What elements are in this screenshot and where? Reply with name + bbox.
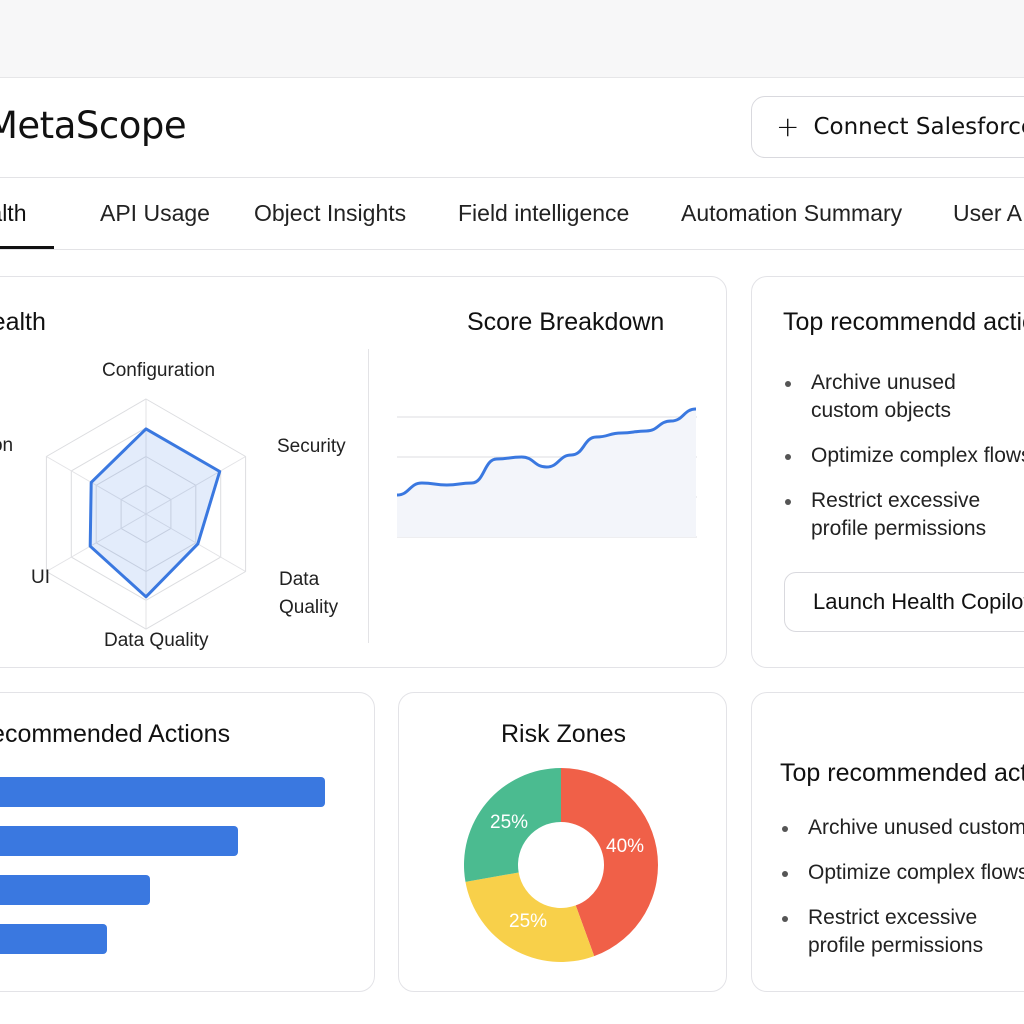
risk-slice-label: 25%: [490, 812, 529, 833]
connect-salesforce-label: Connect Salesforce: [813, 114, 1024, 140]
radar-label-automation: Automation: [0, 435, 14, 456]
recommendation-item[interactable]: Archive unused custom objects: [783, 369, 1023, 425]
risk-zones-donut: [463, 768, 659, 963]
tab-object-insights[interactable]: Object Insights: [254, 200, 406, 227]
risk-slice-label: 40%: [606, 836, 645, 857]
recommended-actions-card: Recommended Actions: [0, 692, 375, 992]
radar-label-security: Security: [277, 436, 346, 457]
tab-health[interactable]: Health: [0, 200, 26, 227]
radar-label-ui: UI: [31, 567, 50, 588]
plus-icon: +: [776, 110, 800, 143]
score-breakdown-title: Score Breakdown: [467, 308, 665, 336]
top-recommendations-card: Top recommendd actions Archive unused cu…: [751, 276, 1024, 668]
recommendation-item[interactable]: Optimize complex flows: [783, 442, 1024, 470]
risk-zones-card: Risk Zones 40% 25% 25%: [398, 692, 727, 992]
recommendation-item[interactable]: Archive unused custom objects: [780, 814, 1024, 842]
top-recommendations-title: Top recommendd actions: [783, 308, 1024, 336]
recommendation-item[interactable]: Restrict excessive profile permissions: [783, 487, 1024, 543]
launch-health-copilot-button[interactable]: Launch Health Copilot: [784, 572, 1024, 632]
app-title: MetaScope: [0, 104, 187, 147]
action-bar: [0, 777, 325, 807]
org-health-card: Org Health Configuration Security Data Q…: [0, 276, 727, 668]
recommendation-item[interactable]: Optimize complex flows: [780, 859, 1024, 887]
tab-field-intelligence[interactable]: Field intelligence: [458, 200, 629, 227]
radar-label-data-quality-right: Data Quality: [279, 569, 339, 618]
tab-api-usage[interactable]: API Usage: [100, 200, 210, 227]
top-recommended-actions-title: Top recommended actions: [780, 759, 1024, 787]
org-health-title: Org Health: [0, 308, 46, 336]
radar-label-configuration: Configuration: [102, 360, 216, 381]
score-area-fill: [397, 409, 696, 537]
radar-chart: [45, 398, 247, 630]
radar-series-area: [88, 427, 222, 599]
action-bar: [0, 826, 238, 856]
action-bar: [0, 924, 107, 954]
action-bar: [0, 875, 150, 905]
recommendation-item[interactable]: Restrict excessive profile permissions: [780, 904, 1000, 960]
tab-automation-summary[interactable]: Automation Summary: [681, 200, 902, 227]
card-divider: [368, 349, 369, 643]
browser-top-bar: [0, 0, 1024, 78]
score-breakdown-chart: [397, 407, 697, 538]
active-tab-indicator: [0, 246, 54, 249]
radar-label-data-quality-bottom: Data Quality: [104, 630, 209, 651]
recommendations-list: Archive unused custom objects Optimize c…: [780, 814, 1024, 977]
risk-slice-label: 25%: [509, 911, 548, 932]
tab-bar: Health API Usage Object Insights Field i…: [0, 178, 1024, 250]
connect-salesforce-button[interactable]: + Connect Salesforce: [751, 96, 1024, 158]
recommended-actions-title: Recommended Actions: [0, 720, 231, 748]
tab-user-access[interactable]: User A: [953, 200, 1022, 227]
risk-zones-title: Risk Zones: [500, 720, 627, 748]
recommendations-list: Archive unused custom objects Optimize c…: [783, 369, 1024, 560]
top-recommended-actions-card: Top recommended actions Archive unused c…: [751, 692, 1024, 992]
